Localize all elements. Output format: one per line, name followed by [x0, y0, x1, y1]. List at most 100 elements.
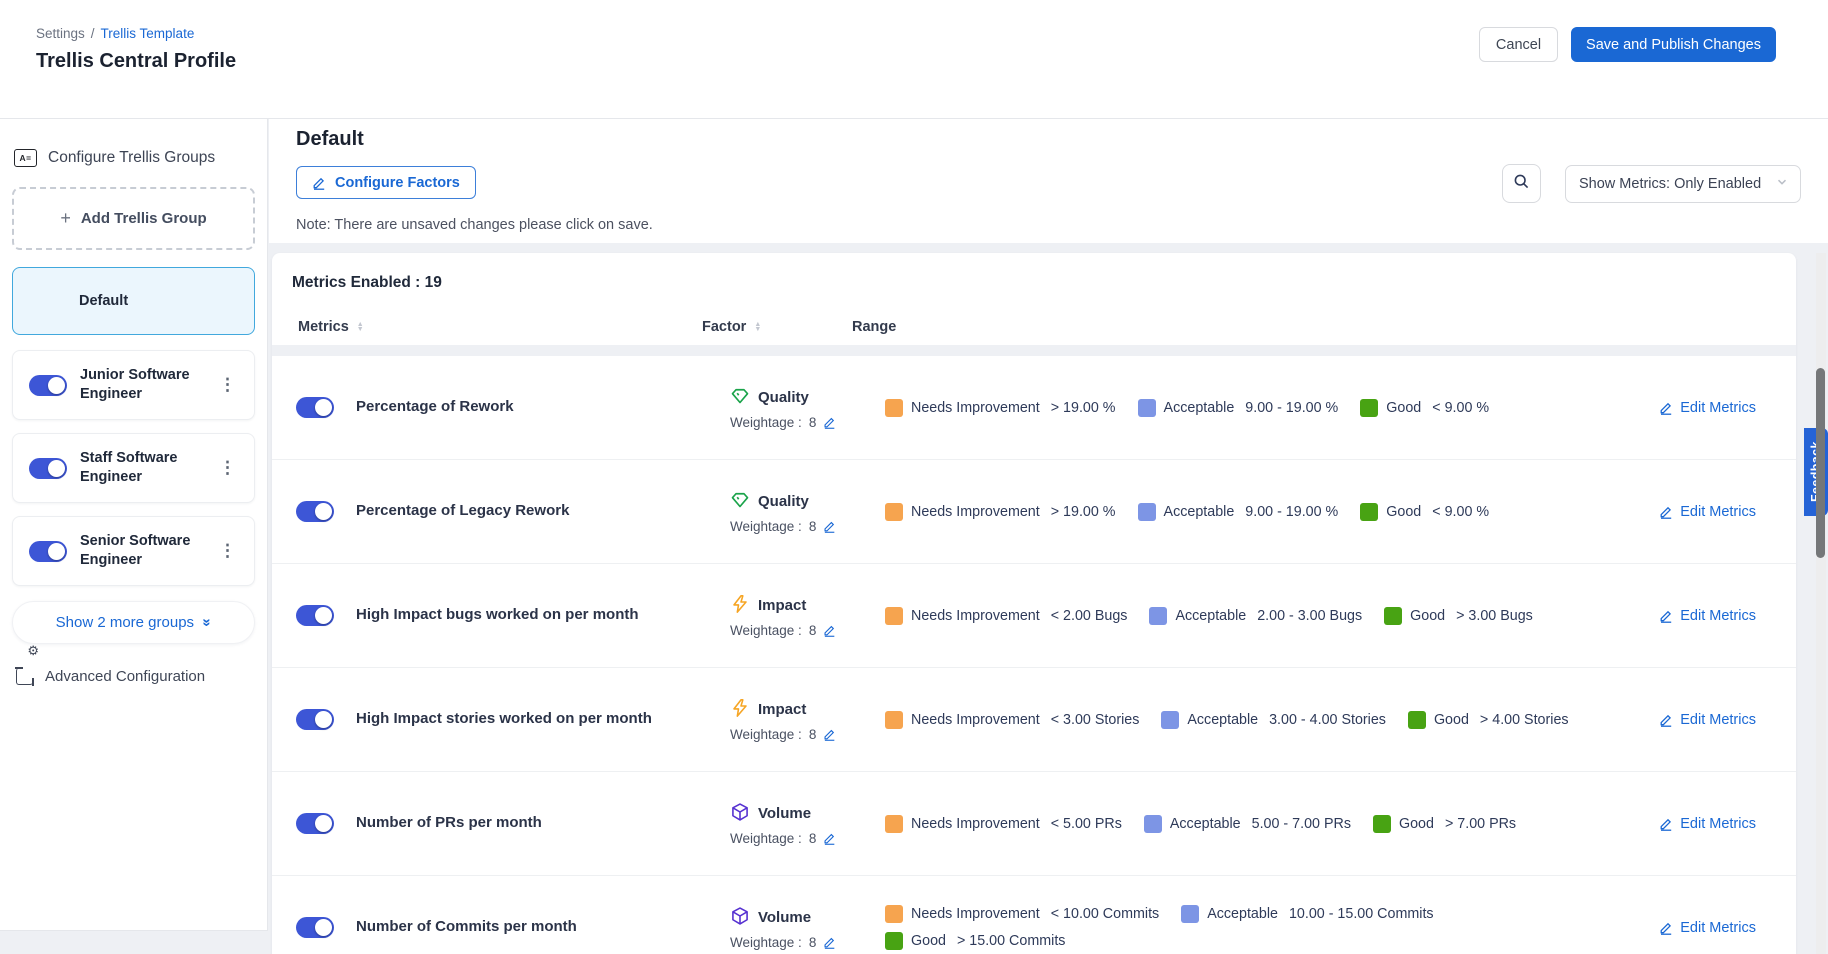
sidebar-group-card[interactable]: Junior Software Engineer ⋮: [12, 350, 255, 420]
edit-weightage-icon[interactable]: [823, 520, 836, 533]
header-divider: [272, 345, 1796, 356]
search-button[interactable]: [1502, 164, 1541, 203]
range-item: Acceptable 10.00 - 15.00 Commits: [1181, 905, 1433, 923]
show-metrics-dropdown[interactable]: Show Metrics: Only Enabled: [1565, 165, 1801, 203]
show-more-groups-button[interactable]: Show 2 more groups »: [12, 601, 255, 644]
range-label: Needs Improvement: [911, 504, 1040, 520]
kebab-menu-icon[interactable]: ⋮: [213, 539, 242, 563]
metric-toggle-cell: [296, 709, 356, 730]
edit-weightage-icon[interactable]: [823, 832, 836, 845]
sidebar-group-card[interactable]: Staff Software Engineer ⋮: [12, 433, 255, 503]
edit-metrics-link[interactable]: Edit Metrics: [1659, 400, 1756, 416]
group-enabled-toggle[interactable]: [29, 458, 67, 479]
metrics-enabled-count: Metrics Enabled : 19: [272, 253, 1796, 292]
range-label: Acceptable: [1187, 712, 1258, 728]
configure-trellis-groups-header: A= Configure Trellis Groups: [14, 149, 253, 167]
edit-metrics-link[interactable]: Edit Metrics: [1659, 816, 1756, 832]
add-trellis-group-label: Add Trellis Group: [81, 210, 207, 227]
sort-icon[interactable]: ▲▼: [754, 322, 761, 332]
range-item: Good > 7.00 PRs: [1373, 815, 1516, 833]
range-label: Good: [1386, 400, 1421, 416]
table-controls: Show Metrics: Only Enabled: [1502, 164, 1801, 203]
edit-metrics-link[interactable]: Edit Metrics: [1659, 504, 1756, 520]
range-cell: Needs Improvement < 2.00 Bugs Acceptable…: [885, 607, 1605, 625]
sidebar-item-default[interactable]: Default: [12, 267, 255, 335]
breadcrumb-separator: /: [91, 26, 95, 41]
factor-name: Quality: [758, 389, 809, 406]
sidebar-group-card[interactable]: Senior Software Engineer ⋮: [12, 516, 255, 586]
range-label: Needs Improvement: [911, 712, 1040, 728]
range-label: Good: [911, 933, 946, 949]
breadcrumb-trellis-template[interactable]: Trellis Template: [101, 26, 195, 41]
range-item: Good > 3.00 Bugs: [1384, 607, 1533, 625]
range-label: Needs Improvement: [911, 816, 1040, 832]
range-value: > 19.00 %: [1051, 504, 1116, 520]
edit-weightage-icon[interactable]: [823, 936, 836, 949]
double-chevron-down-icon: »: [199, 618, 216, 626]
sort-icon[interactable]: ▲▼: [357, 322, 364, 332]
edit-metrics-link[interactable]: Edit Metrics: [1659, 712, 1756, 728]
edit-weightage-icon[interactable]: [823, 728, 836, 741]
weightage-value: 8: [809, 623, 817, 638]
weightage-value: 8: [809, 519, 817, 534]
metric-toggle-cell: [296, 813, 356, 834]
edit-metrics-link[interactable]: Edit Metrics: [1659, 920, 1756, 936]
factor-cell: Quality Weightage : 8: [730, 490, 885, 534]
column-header-factor[interactable]: Factor ▲▼: [702, 319, 852, 335]
save-and-publish-button[interactable]: Save and Publish Changes: [1571, 27, 1776, 62]
factor-cell: Volume Weightage : 8: [730, 906, 885, 950]
quality-icon: [730, 490, 750, 514]
column-header-metrics[interactable]: Metrics ▲▼: [298, 319, 702, 335]
range-value: < 2.00 Bugs: [1051, 608, 1128, 624]
weightage-label: Weightage :: [730, 727, 802, 742]
group-enabled-toggle[interactable]: [29, 541, 67, 562]
edit-metrics-link[interactable]: Edit Metrics: [1659, 608, 1756, 624]
range-cell: Needs Improvement > 19.00 % Acceptable 9…: [885, 503, 1605, 521]
kebab-menu-icon[interactable]: ⋮: [213, 373, 242, 397]
group-enabled-toggle[interactable]: [29, 375, 67, 396]
edit-weightage-icon[interactable]: [823, 416, 836, 429]
kebab-menu-icon[interactable]: ⋮: [213, 456, 242, 480]
edit-metrics-label: Edit Metrics: [1680, 712, 1756, 728]
add-trellis-group-button[interactable]: + Add Trellis Group: [12, 187, 255, 250]
edit-metrics-pencil-icon: [1659, 609, 1673, 623]
metric-enabled-toggle[interactable]: [296, 709, 334, 730]
cancel-button[interactable]: Cancel: [1479, 27, 1558, 62]
main-header: Default Configure Factors Note: There ar…: [269, 119, 1828, 243]
range-color-swatch: [1360, 399, 1378, 417]
metric-row: High Impact bugs worked on per month Imp…: [272, 564, 1796, 668]
advanced-configuration-link[interactable]: ⚙ Advanced Configuration: [16, 668, 267, 685]
scrollbar-thumb[interactable]: [1816, 368, 1825, 558]
range-item: Good > 4.00 Stories: [1408, 711, 1569, 729]
weightage-value: 8: [809, 415, 817, 430]
metric-row: High Impact stories worked on per month …: [272, 668, 1796, 772]
metrics-column-label: Metrics: [298, 319, 349, 335]
range-item: Needs Improvement > 19.00 %: [885, 503, 1116, 521]
range-label: Needs Improvement: [911, 608, 1040, 624]
range-item: Good < 9.00 %: [1360, 503, 1489, 521]
range-color-swatch: [1181, 905, 1199, 923]
edit-metrics-label: Edit Metrics: [1680, 920, 1756, 936]
metric-enabled-toggle[interactable]: [296, 605, 334, 626]
weightage-label: Weightage :: [730, 623, 802, 638]
range-value: < 10.00 Commits: [1051, 906, 1159, 922]
metric-enabled-toggle[interactable]: [296, 917, 334, 938]
edit-weightage-icon[interactable]: [823, 624, 836, 637]
range-label: Acceptable: [1175, 608, 1246, 624]
range-value: 9.00 - 19.00 %: [1245, 400, 1338, 416]
scrollbar-track[interactable]: [1816, 253, 1826, 954]
range-color-swatch: [1408, 711, 1426, 729]
factor-name: Quality: [758, 493, 809, 510]
metric-enabled-toggle[interactable]: [296, 501, 334, 522]
metric-enabled-toggle[interactable]: [296, 397, 334, 418]
range-value: < 3.00 Stories: [1051, 712, 1140, 728]
breadcrumb-settings[interactable]: Settings: [36, 26, 85, 41]
range-value: > 7.00 PRs: [1445, 816, 1516, 832]
toggle-knob: [48, 543, 65, 560]
configure-factors-button[interactable]: Configure Factors: [296, 166, 476, 199]
range-color-swatch: [1138, 399, 1156, 417]
metric-enabled-toggle[interactable]: [296, 813, 334, 834]
header-actions: Cancel Save and Publish Changes: [1479, 27, 1776, 62]
edit-metrics-pencil-icon: [1659, 817, 1673, 831]
edit-metrics-pencil-icon: [1659, 401, 1673, 415]
